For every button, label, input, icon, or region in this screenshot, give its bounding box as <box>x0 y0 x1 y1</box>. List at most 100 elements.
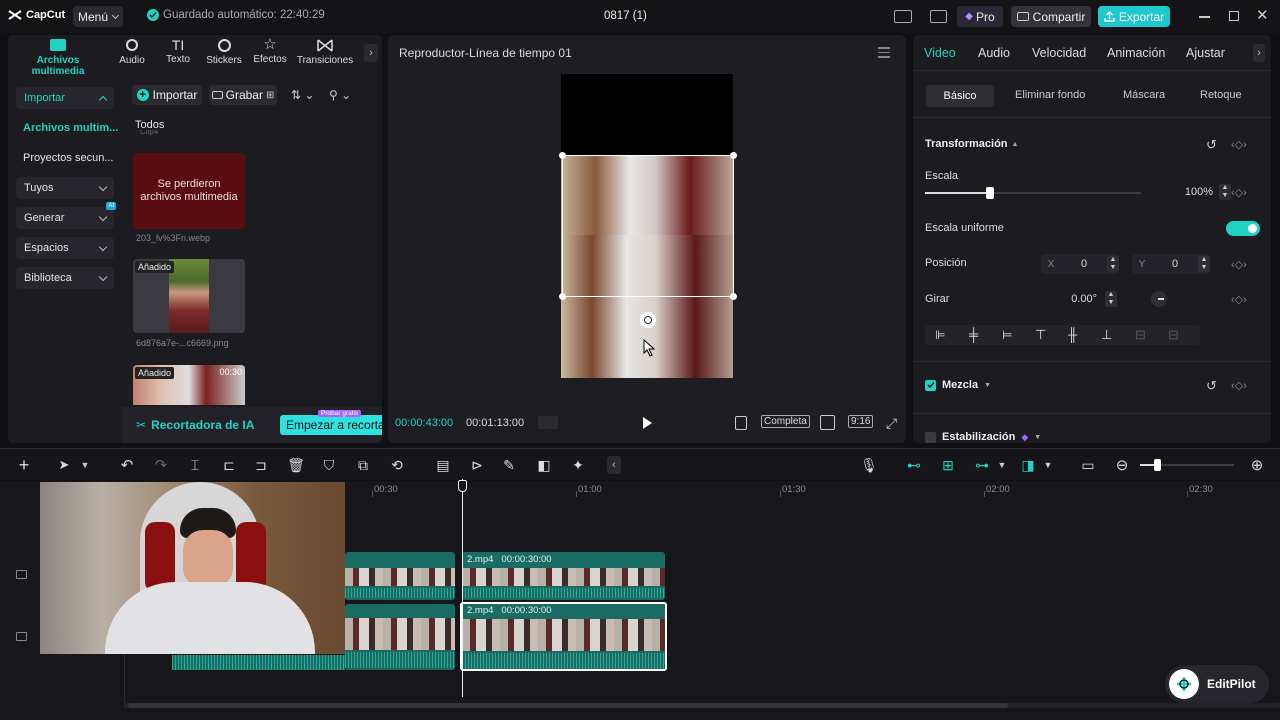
subtab-mask[interactable]: Máscara <box>1123 89 1165 101</box>
tab-transitions[interactable]: Transiciones <box>296 39 354 66</box>
blend-checkbox[interactable] <box>925 379 936 391</box>
restore-icon[interactable] <box>1229 11 1239 21</box>
sidebar-item-library[interactable]: Biblioteca <box>16 267 114 289</box>
export-button[interactable]: Exportar <box>1098 6 1170 27</box>
fullscreen-icon[interactable]: ⤢ <box>886 416 897 430</box>
preview-axis-icon[interactable]: ◨ <box>1019 456 1037 474</box>
keyframe-icon[interactable]: ‹◇› <box>1231 138 1247 151</box>
delete-icon[interactable]: 🗑 <box>287 456 305 474</box>
undo-icon[interactable]: ↶ <box>118 456 136 474</box>
selection-box[interactable] <box>559 152 737 300</box>
start-cutting-button[interactable]: Empezar a recortar <box>280 415 382 435</box>
trim-right-icon[interactable]: ⊐ <box>252 456 270 474</box>
align-top-icon[interactable]: ⊤ <box>1035 327 1046 343</box>
timeline-scrollbar[interactable] <box>124 703 1280 708</box>
tab-video[interactable]: Video <box>924 46 956 60</box>
split-icon[interactable]: ⌶ <box>186 456 204 474</box>
magic-icon[interactable]: ✎ <box>500 456 518 474</box>
keyframe-icon[interactable]: ‹◇› <box>1231 258 1247 271</box>
zoom-in-icon[interactable]: ⊕ <box>1248 456 1266 474</box>
import-button[interactable]: + Importar <box>132 85 202 105</box>
chevron-down-icon[interactable]: ▼ <box>76 456 94 474</box>
layout-icon[interactable] <box>894 10 912 23</box>
stepper-icon[interactable]: ▲ ▼ <box>1105 291 1117 307</box>
resize-handle[interactable] <box>730 152 737 159</box>
chevron-down-icon[interactable]: ▼ <box>993 456 1011 474</box>
tab-audio[interactable]: Audio <box>114 39 150 66</box>
timeline-clip[interactable] <box>345 552 455 600</box>
timeline-clip-selected[interactable]: 2.mp4 00:00:30:00 <box>460 602 667 671</box>
keyboard-icon[interactable] <box>930 10 947 23</box>
subtab-basic[interactable]: Básico <box>926 85 994 107</box>
speed-icon[interactable]: ⟲ <box>388 456 406 474</box>
menu-button[interactable]: Menú <box>73 6 123 27</box>
rotate-input[interactable]: 0.00° ▲ ▼ <box>1041 289 1117 309</box>
crop-icon[interactable]: ⧉ <box>354 456 372 474</box>
shield-icon[interactable]: ⛉ <box>320 456 338 474</box>
soundtrack-icon[interactable] <box>735 416 747 430</box>
record-button[interactable]: Grabar ⊞ <box>209 85 277 105</box>
scale-input[interactable]: 100% ▲ ▼ <box>1151 181 1231 203</box>
pro-button[interactable]: ◆ Pro <box>957 6 1003 27</box>
link-main-track-icon[interactable]: ⊷ <box>905 456 923 474</box>
tab-media[interactable]: Archivos multimedia <box>12 39 104 77</box>
tab-stickers[interactable]: Stickers <box>204 39 244 66</box>
stepper-icon[interactable]: ▲ ▼ <box>1107 256 1119 272</box>
subtitle-icon[interactable]: ▤ <box>434 456 452 474</box>
tab-effects[interactable]: ☆ Efectos <box>250 37 290 65</box>
mirror-icon[interactable]: ◧ <box>535 456 553 474</box>
waveform-toggle-icon[interactable] <box>538 416 558 429</box>
reset-icon[interactable]: ↺ <box>1206 137 1217 153</box>
magnet-icon[interactable]: ⊞ <box>939 456 957 474</box>
stabilization-checkbox[interactable] <box>925 431 936 443</box>
resize-handle[interactable] <box>730 293 737 300</box>
filter-icon[interactable]: ⚲ ⌄ <box>329 88 351 102</box>
caption-icon[interactable]: ▭ <box>1079 456 1097 474</box>
microphone-icon[interactable]: 🎙 <box>860 456 878 474</box>
ai-cutter[interactable]: ✂ Recortadora de IA <box>136 418 254 432</box>
chevron-right-icon[interactable]: › <box>1253 44 1265 62</box>
trim-left-icon[interactable]: ⊏ <box>220 456 238 474</box>
tab-animation[interactable]: Animación <box>1107 46 1165 60</box>
quality-selector[interactable]: Completa <box>761 415 810 428</box>
zoom-out-icon[interactable]: ⊖ <box>1113 456 1131 474</box>
sidebar-item-import[interactable]: Importar <box>16 87 114 109</box>
editpilot-button[interactable]: EditPilot <box>1165 665 1269 703</box>
subtab-retouch[interactable]: Retoque <box>1200 89 1242 101</box>
player-menu-icon[interactable] <box>878 47 890 58</box>
playhead-handle[interactable] <box>458 480 467 492</box>
align-bottom-icon[interactable]: ⊥ <box>1101 327 1112 343</box>
sort-icon[interactable]: ⇅ ⌄ <box>291 88 314 102</box>
scale-slider-knob[interactable] <box>985 187 994 199</box>
select-tool-icon[interactable]: ➤ <box>55 456 73 474</box>
freeze-icon[interactable]: ⊳ <box>468 456 486 474</box>
rotate-handle-icon[interactable] <box>640 312 656 328</box>
chevron-right-icon[interactable]: › <box>364 44 378 62</box>
minimize-icon[interactable] <box>1199 16 1210 18</box>
tab-speed[interactable]: Velocidad <box>1032 46 1086 60</box>
keyframe-icon[interactable]: ‹◇› <box>1231 379 1247 392</box>
sidebar-item-yours[interactable]: Tuyos <box>16 177 114 199</box>
keyframe-icon[interactable]: ‹◇› <box>1231 186 1247 199</box>
media-card-video[interactable]: Añadido 00:30 <box>133 365 245 405</box>
align-center-h-icon[interactable]: ╪ <box>969 327 978 342</box>
track-icon[interactable] <box>16 570 27 579</box>
stabilization-section[interactable]: Estabilización ◆ ▼ <box>925 431 1041 443</box>
add-track-icon[interactable]: + <box>15 455 33 475</box>
chevron-left-icon[interactable]: ‹ <box>607 456 621 474</box>
aspect-ratio-selector[interactable]: 9:16 <box>848 415 874 428</box>
keyframe-icon[interactable]: ‹◇› <box>1231 293 1247 306</box>
reset-icon[interactable]: ↺ <box>1206 378 1217 394</box>
zoom-slider[interactable] <box>1140 459 1234 471</box>
uniform-scale-toggle[interactable] <box>1226 221 1260 236</box>
tab-adjust[interactable]: Ajustar <box>1186 46 1225 60</box>
blend-section[interactable]: Mezcla ▼ <box>925 379 991 391</box>
subtab-remove-background[interactable]: Eliminar fondo <box>1015 89 1085 101</box>
zoom-fit-icon[interactable] <box>820 415 835 430</box>
transform-section-title[interactable]: Transformación ▲ <box>925 138 1018 150</box>
stepper-icon[interactable]: ▲ ▼ <box>1198 256 1210 272</box>
align-right-icon[interactable]: ⊨ <box>1002 328 1012 342</box>
tab-audio-inspector[interactable]: Audio <box>978 46 1010 60</box>
zoom-slider-knob[interactable] <box>1154 459 1161 471</box>
align-left-icon[interactable]: ⊫ <box>935 328 945 342</box>
